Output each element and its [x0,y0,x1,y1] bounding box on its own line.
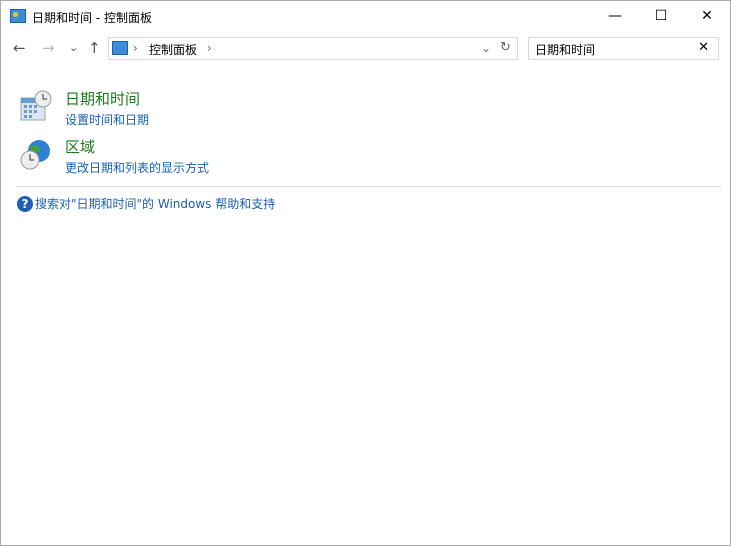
breadcrumb-chevron[interactable]: › [207,41,212,55]
result-subtitle[interactable]: 更改日期和列表的显示方式 [65,159,209,176]
search-value[interactable]: 日期和时间 [535,41,595,58]
result-subtitle[interactable]: 设置时间和日期 [65,111,149,128]
up-button[interactable]: ↑ [88,39,101,57]
window-title: 日期和时间 - 控制面板 [32,11,152,25]
recent-locations-button[interactable]: ⌄ [69,41,78,54]
minimize-button[interactable]: — [592,1,638,32]
back-button[interactable]: ← [13,39,26,57]
help-link-text[interactable]: 搜索对"日期和时间"的 Windows 帮助和支持 [35,197,275,211]
calendar-clock-icon [20,90,52,121]
forward-button[interactable]: → [42,39,55,57]
globe-clock-icon [20,140,50,170]
maximize-button[interactable]: ☐ [638,1,684,32]
control-panel-icon [10,9,26,23]
help-icon: ? [17,195,33,212]
clear-search-button[interactable]: ✕ [698,40,709,55]
address-dropdown-button[interactable]: ⌄ [481,41,491,55]
search-input[interactable]: 日期和时间 ✕ [528,37,719,60]
address-bar[interactable]: › 控制面板 › ⌄ ↻ [108,37,518,60]
title-bar: 日期和时间 - 控制面板 — ☐ ✕ [1,1,730,32]
result-title[interactable]: 日期和时间 [65,88,140,109]
refresh-button[interactable]: ↻ [500,40,511,55]
result-title[interactable]: 区域 [65,136,95,157]
breadcrumb-separator[interactable]: › [133,41,138,55]
windows-help-link[interactable]: ? 搜索对"日期和时间"的 Windows 帮助和支持 [17,195,275,212]
close-button[interactable]: ✕ [684,1,730,32]
divider [16,186,721,187]
breadcrumb-control-panel[interactable]: 控制面板 [149,41,197,58]
control-panel-icon [112,41,128,55]
